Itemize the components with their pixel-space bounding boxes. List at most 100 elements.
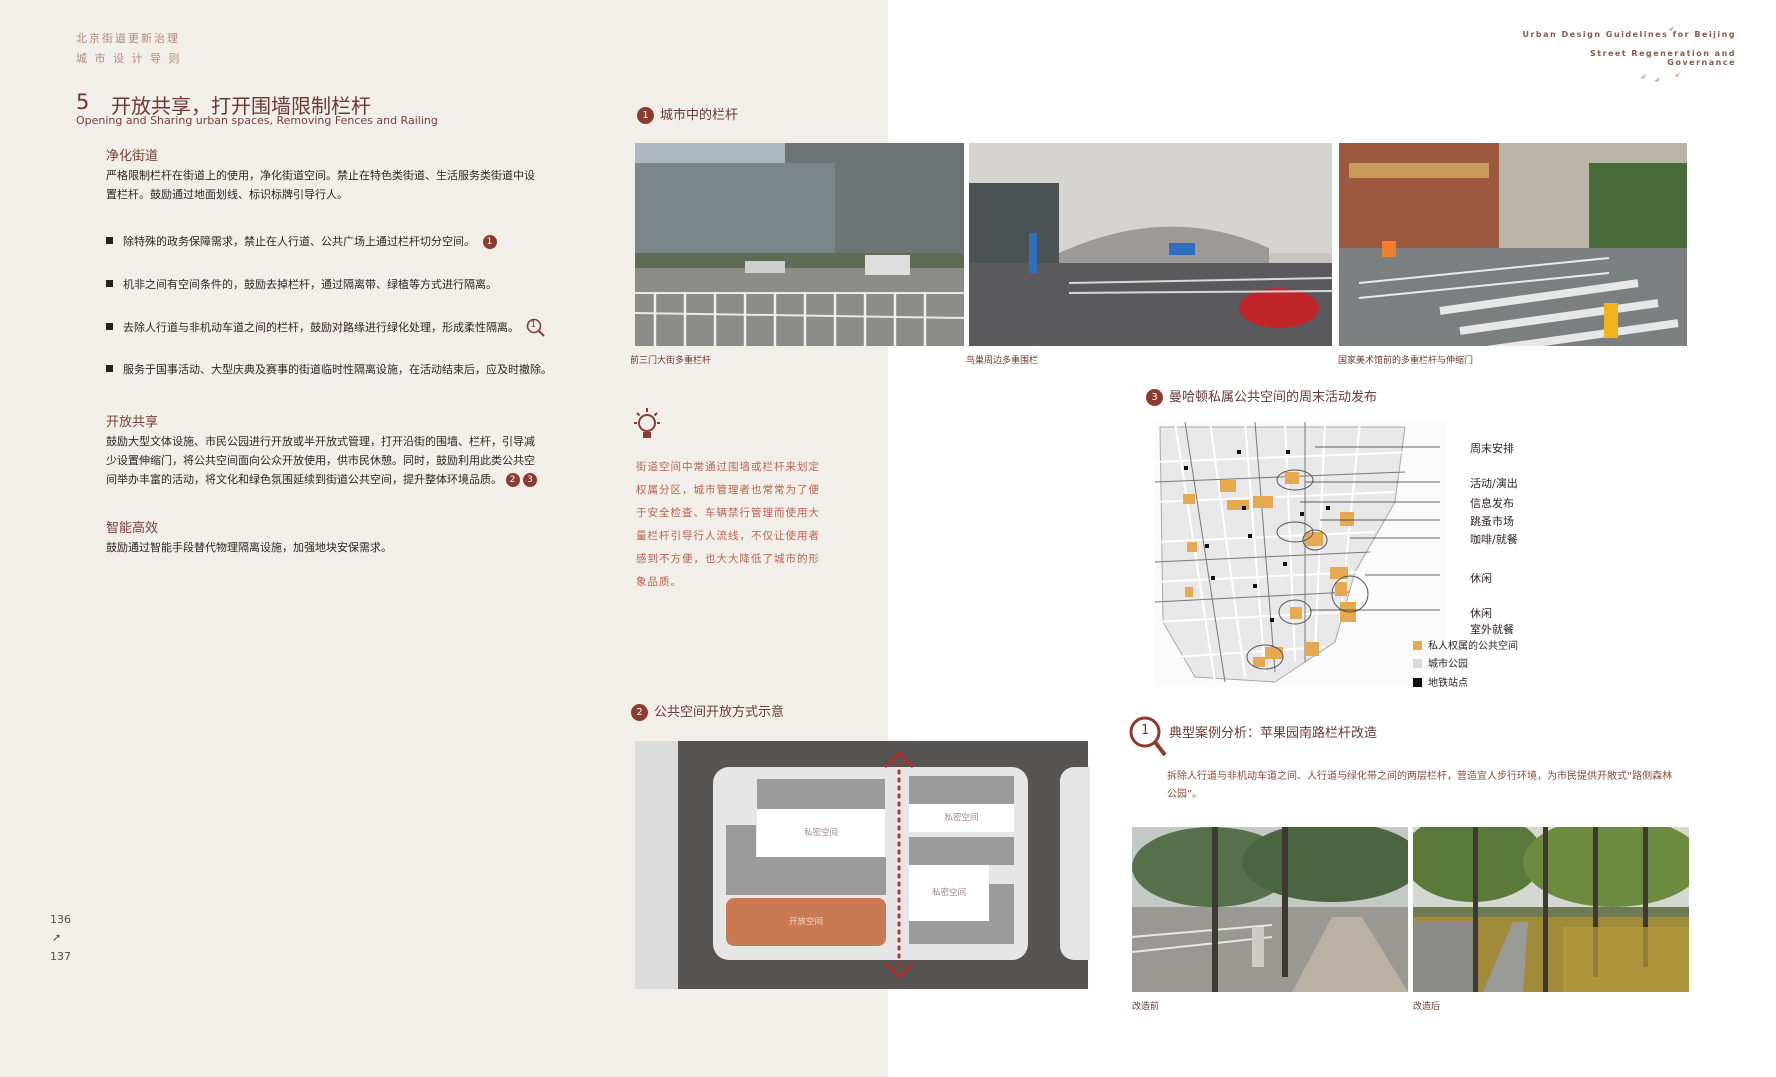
purify-bullet-1: 除特殊的政务保障需求，禁止在人行道、公共广场上通过栏杆切分空间。 1 xyxy=(106,233,497,249)
passage-arrow-icon xyxy=(883,750,915,980)
open-heading: 开放共享 xyxy=(106,415,159,430)
bullet-square xyxy=(106,237,113,244)
photo-national-art-museum xyxy=(1339,143,1687,346)
tip-line: 感到不方便，也大大降低了城市的形 xyxy=(636,553,820,565)
fig3-title: 3 曼哈顿私属公共空间的周末活动发布 xyxy=(1146,386,1377,406)
page-number-left: 136 xyxy=(50,913,71,926)
diagram-private-space: 私密空间 xyxy=(909,865,989,921)
case-title: 典型案例分析：苹果园南路栏杆改造 xyxy=(1169,726,1378,741)
bullet-square xyxy=(106,365,113,372)
purify-bullet-4: 服务于国事活动、大型庆典及赛事的街道临时性隔离设施，在活动结束后，应及时撤除。 xyxy=(106,361,552,377)
legend-private-space: 私人权属的公共空间 xyxy=(1413,637,1518,652)
caption-after: 改造后 xyxy=(1413,1002,1441,1012)
fig1-caption-3: 国家美术馆前的多重栏杆与伸缩门 xyxy=(1338,356,1474,366)
tip-line: 街道空间中常通过围墙或栏杆来划定 xyxy=(636,461,820,473)
case-badge-number: 1 xyxy=(1141,723,1150,738)
header-cn-line1: 北京街道更新治理 xyxy=(76,32,180,45)
diagram-building xyxy=(909,921,989,944)
open-space-diagram: 私密空间 开放空间 私密空间 私密空间 xyxy=(635,741,1090,989)
legend-city-park: 城市公园 xyxy=(1413,655,1468,670)
diagram-building xyxy=(757,779,885,809)
map-label-outdoor: 室外就餐 xyxy=(1470,623,1514,636)
legend-metro: 地铁站点 xyxy=(1413,674,1468,689)
figure-ref-badge: 3 xyxy=(523,473,537,487)
tip-line: 于安全检查、车辆禁行管理而使用大 xyxy=(636,507,820,519)
legend-swatch xyxy=(1413,641,1422,650)
bullet-square xyxy=(106,323,113,330)
diagram-next-block xyxy=(1060,767,1090,960)
fig1-caption-2: 鸟巢周边多重围栏 xyxy=(966,356,1039,366)
fig2-badge: 2 xyxy=(631,704,648,721)
diagram-building xyxy=(726,857,886,895)
map-label-leisure-1: 休闲 xyxy=(1470,572,1492,585)
bullet-text: 除特殊的政务保障需求，禁止在人行道、公共广场上通过栏杆切分空间。 xyxy=(123,235,475,248)
fig1-title: 1 城市中的栏杆 xyxy=(637,104,738,124)
private-space-label: 私密空间 xyxy=(931,888,966,898)
fig3-title-text: 曼哈顿私属公共空间的周末活动发布 xyxy=(1169,390,1378,405)
purify-para-line2: 置栏杆。鼓励通过地面划线、标识标牌引导行人。 xyxy=(106,188,348,201)
map-label-leisure-2: 休闲 xyxy=(1470,607,1492,620)
bullet-text: 服务于国事活动、大型庆典及赛事的街道临时性隔离设施，在活动结束后，应及时撤除。 xyxy=(123,363,552,376)
fig2-title-text: 公共空间开放方式示意 xyxy=(654,705,785,720)
lightbulb-icon xyxy=(634,408,660,438)
diagram-building xyxy=(909,837,1014,865)
bullet-text: 机非之间有空间条件的，鼓励去掉栏杆，通过隔离带、绿植等方式进行隔离。 xyxy=(123,278,497,291)
purify-bullet-3: 去除人行道与非机动车道之间的栏杆，鼓励对路缘进行绿化处理，形成柔性隔离。 1 xyxy=(106,318,546,338)
diagram-private-space: 私密空间 xyxy=(757,809,885,857)
fig1-title-text: 城市中的栏杆 xyxy=(660,108,739,123)
purify-heading: 净化街道 xyxy=(106,149,159,164)
header-en-line2: Street Regeneration and Governance xyxy=(1589,49,1736,67)
figure-ref-badge: 1 xyxy=(482,235,497,249)
legend-text: 地铁站点 xyxy=(1428,678,1468,689)
diagram-private-space: 私密空间 xyxy=(909,804,1014,832)
open-para-line3: 间举办丰富的活动，将文化和绿色氛围延续到街道公共空间，提升整体环境品质。 2 3 xyxy=(106,470,537,489)
purify-bullet-2: 机非之间有空间条件的，鼓励去掉栏杆，通过隔离带、绿植等方式进行隔离。 xyxy=(106,276,497,292)
caption-before: 改造前 xyxy=(1132,1002,1160,1012)
photo-qianmen-railings xyxy=(635,143,964,346)
fig1-badge: 1 xyxy=(637,107,654,124)
smart-heading: 智能高效 xyxy=(106,521,159,536)
bullet-text: 去除人行道与非机动车道之间的栏杆，鼓励对路缘进行绿化处理，形成柔性隔离。 xyxy=(123,321,519,334)
diagram-open-space: 开放空间 xyxy=(726,898,886,946)
tip-text: 街道空间中常通过围墙或栏杆来划定 权属分区，城市管理者也常常为了便 于安全检查、… xyxy=(636,456,820,594)
fig1-caption-1: 前三门大街多重栏杆 xyxy=(630,356,712,366)
private-space-label: 私密空间 xyxy=(944,813,979,823)
section-subtitle-en: Opening and Sharing urban spaces, Removi… xyxy=(76,114,438,127)
diagram-building xyxy=(909,776,1014,804)
legend-text: 私人权属的公共空间 xyxy=(1428,641,1518,652)
page-arrow: ➚ xyxy=(52,931,62,944)
tip-line: 象品质。 xyxy=(636,576,682,588)
section-number: 5 xyxy=(76,90,90,114)
fig2-title: 2 公共空间开放方式示意 xyxy=(631,701,784,721)
legend-swatch xyxy=(1413,678,1422,687)
private-space-label: 私密空间 xyxy=(803,828,838,838)
photo-after xyxy=(1413,827,1689,992)
photo-before xyxy=(1132,827,1408,992)
figure-ref-badge: 2 xyxy=(505,473,520,487)
header-en-line1: Urban Design Guidelines for Beijing xyxy=(1522,30,1736,39)
legend-text: 城市公园 xyxy=(1428,659,1468,670)
purify-para-line1: 严格限制栏杆在街道上的使用，净化街道空间。禁止在特色类街道、生活服务类街道中设 xyxy=(106,169,535,182)
header-cn-line2: 城 市 设 计 导 则 xyxy=(76,52,182,65)
diagram-building xyxy=(989,884,1014,944)
legend-swatch xyxy=(1413,659,1422,668)
open-para-line1: 鼓励大型文体设施、市民公园进行开放或半开放式管理，打开沿街的围墙、栏杆，引导减 xyxy=(106,435,535,448)
map-label-events: 活动/演出 xyxy=(1470,477,1518,490)
tip-line: 权属分区，城市管理者也常常为了便 xyxy=(636,484,820,496)
map-label-cafe: 咖啡/就餐 xyxy=(1470,533,1518,546)
open-para-line2: 少设置伸缩门，将公共空间面向公众开放使用，供市民休憩。同时，鼓励利用此类公共空 xyxy=(106,454,535,467)
case-text-line1: 拆除人行道与非机动车道之间、人行道与绿化带之间的两层栏杆，营造宜人步行环境，为市… xyxy=(1167,771,1673,782)
tip-line: 量栏杆引导行人流线，不仅让使用者 xyxy=(636,530,820,542)
photo-birdsnest-fences xyxy=(969,143,1332,346)
smart-para: 鼓励通过智能手段替代物理隔离设施，加强地块安保需求。 xyxy=(106,541,392,554)
map-label-weekend: 周末安排 xyxy=(1470,442,1514,455)
open-space-label: 开放空间 xyxy=(788,917,823,927)
map-label-info: 信息发布 xyxy=(1470,497,1514,510)
case-magnifier-icon: 1 xyxy=(526,318,546,338)
case-magnifier-number: 1 xyxy=(530,320,537,330)
fig3-badge: 3 xyxy=(1146,389,1163,406)
case-text-line2: 公园”。 xyxy=(1167,789,1203,800)
bullet-square xyxy=(106,280,113,287)
page-number-right: 137 xyxy=(50,950,71,963)
open-para-line3-text: 间举办丰富的活动，将文化和绿色氛围延续到街道公共空间，提升整体环境品质。 xyxy=(106,473,502,486)
